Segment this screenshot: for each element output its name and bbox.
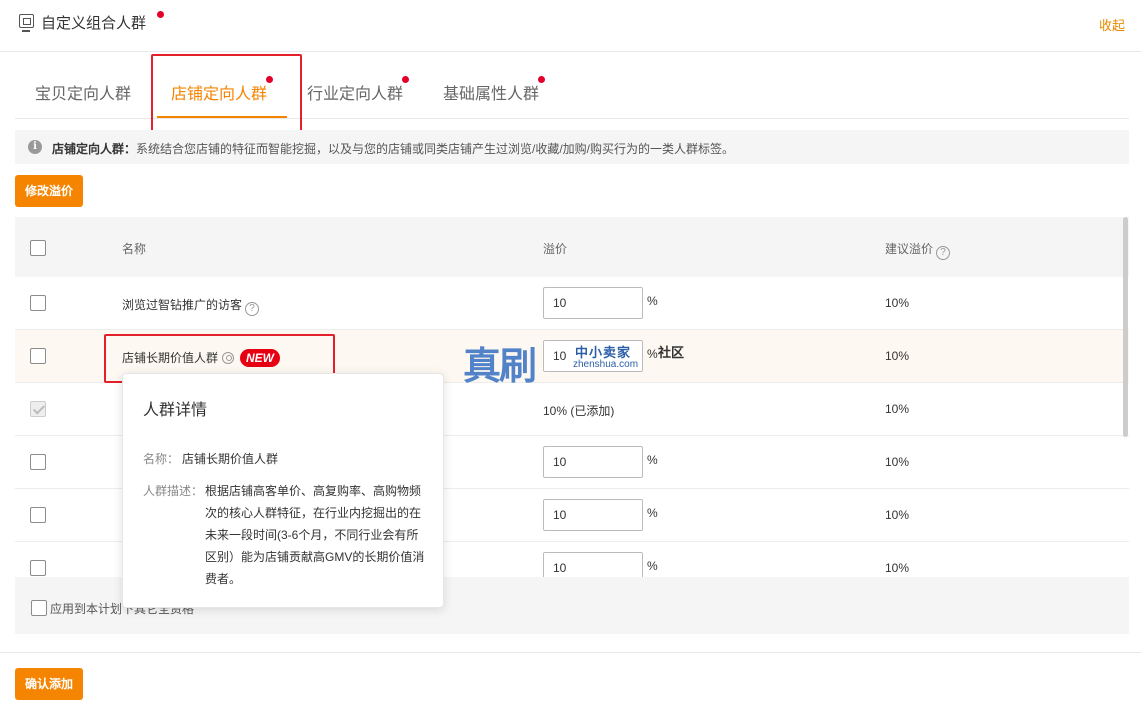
column-suggested: 建议溢价? [885, 240, 951, 260]
table-row: 浏览过智钻推广的访客? % 10% [15, 277, 1129, 330]
percent-sign: % [647, 559, 658, 573]
crowd-detail-tooltip: 人群详情 名称： 店铺长期价值人群 人群描述： 根据店铺高客单价、高复购率、高购… [122, 373, 444, 608]
tab-item-crowd[interactable]: 宝贝定向人群 [35, 80, 131, 104]
column-name: 名称 [122, 242, 147, 256]
select-all-checkbox[interactable] [30, 240, 46, 256]
table-header: 名称 溢价 建议溢价? [15, 217, 1129, 277]
collapse-link[interactable]: 收起 [1099, 15, 1125, 34]
tab-industry-crowd[interactable]: 行业定向人群 [307, 80, 403, 104]
percent-sign: % [647, 453, 658, 467]
row-checkbox[interactable] [30, 560, 46, 576]
premium-added: 10% (已添加) [543, 404, 615, 418]
notification-dot [157, 11, 164, 18]
suggested-premium: 10% [885, 296, 910, 310]
footer-divider [0, 652, 1141, 653]
tab-industry-dot [402, 76, 409, 83]
suggested-premium: 10% [885, 508, 910, 522]
suggested-premium: 10% [885, 561, 910, 575]
active-tab-underline [157, 116, 287, 118]
info-bar: i 店铺定向人群：系统结合您店铺的特征而智能挖掘，以及与您的店铺或同类店铺产生过… [15, 130, 1129, 164]
tooltip-title: 人群详情 [143, 402, 208, 419]
panel-title: 自定义组合人群 [41, 15, 147, 32]
tab-basic-crowd[interactable]: 基础属性人群 [443, 80, 539, 104]
confirm-add-button[interactable]: 确认添加 [15, 668, 84, 700]
premium-input[interactable] [543, 552, 643, 577]
info-icon: i [28, 140, 42, 154]
row-checkbox[interactable] [30, 295, 46, 311]
row-name[interactable]: 店铺长期价值人群 NEW [122, 349, 281, 367]
tooltip-name-value: 店铺长期价值人群 [182, 452, 279, 466]
row-checkbox[interactable] [30, 454, 46, 470]
question-circle-icon[interactable]: ? [936, 246, 951, 260]
suggested-premium: 10% [885, 455, 910, 469]
premium-input[interactable] [543, 499, 643, 531]
tab-shop-crowd[interactable]: 店铺定向人群 [171, 80, 267, 104]
percent-sign: % [647, 294, 658, 308]
row-name: 浏览过智钻推广的访客? [122, 296, 260, 316]
suggested-premium: 10% [885, 349, 910, 363]
row-checkbox-disabled [30, 401, 46, 417]
premium-input[interactable] [543, 287, 643, 319]
row-checkbox[interactable] [30, 507, 46, 523]
screen-icon [19, 14, 34, 32]
tab-basic-dot [538, 76, 545, 83]
crowd-tabs: 宝贝定向人群 店铺定向人群 行业定向人群 基础属性人群 [15, 54, 1129, 119]
tooltip-name-label: 名称： [143, 452, 180, 466]
premium-input[interactable] [543, 340, 643, 372]
column-premium: 溢价 [543, 242, 568, 256]
apply-checkbox[interactable] [31, 600, 47, 616]
tab-shop-dot [266, 76, 273, 83]
premium-input[interactable] [543, 446, 643, 478]
table-scrollbar[interactable] [1123, 217, 1128, 437]
tooltip-desc-value: 根据店铺高客单价、高复购率、高购物频次的核心人群特征，在行业内挖掘出的在未来一段… [205, 484, 425, 586]
row-checkbox[interactable] [30, 348, 46, 364]
user-circle-icon [222, 352, 235, 364]
panel-header: 自定义组合人群 收起 [0, 0, 1141, 52]
new-badge: NEW [240, 349, 281, 367]
question-circle-icon[interactable]: ? [245, 302, 260, 316]
info-text: 店铺定向人群：系统结合您店铺的特征而智能挖掘，以及与您的店铺或同类店铺产生过浏览… [52, 142, 735, 156]
percent-sign: % [647, 506, 658, 520]
modify-premium-button[interactable]: 修改溢价 [15, 175, 84, 207]
percent-sign: % [647, 347, 658, 361]
suggested-premium: 10% [885, 402, 910, 416]
tooltip-desc-label: 人群描述： [143, 484, 204, 498]
